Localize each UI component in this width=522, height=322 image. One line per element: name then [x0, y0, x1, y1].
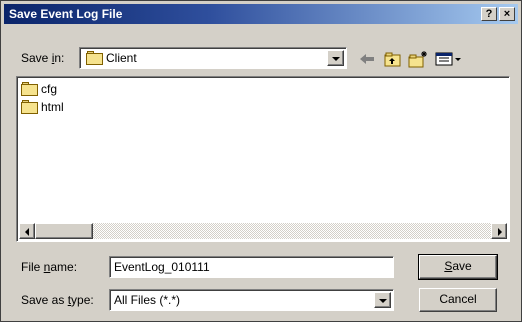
save-in-value: Client	[106, 51, 137, 65]
new-folder-icon[interactable]	[407, 49, 429, 69]
back-arrow-icon[interactable]	[356, 49, 378, 69]
save-in-label: Save in:	[21, 51, 65, 65]
views-menu-icon[interactable]	[433, 49, 463, 69]
cancel-button[interactable]: Cancel	[419, 288, 497, 312]
scroll-left-button[interactable]	[19, 223, 35, 239]
save-as-type-value: All Files (*.*)	[114, 293, 181, 307]
file-name-input[interactable]: EventLog_010111	[109, 256, 394, 278]
close-button[interactable]: ×	[499, 7, 515, 21]
arrow-left-icon	[25, 228, 29, 236]
horizontal-scrollbar[interactable]	[19, 223, 507, 239]
chevron-down-icon	[379, 299, 387, 303]
file-name: cfg	[41, 82, 58, 96]
window-title: Save Event Log File	[9, 7, 123, 21]
chevron-down-icon	[332, 57, 340, 61]
file-name-label: File name:	[21, 260, 78, 274]
file-name-value: EventLog_010111	[114, 260, 210, 274]
save-as-type-dropdown[interactable]: All Files (*.*)	[109, 289, 394, 311]
title-bar[interactable]: Save Event Log File ? ×	[4, 4, 518, 24]
folder-icon	[21, 100, 39, 114]
save-button[interactable]: Save	[418, 254, 498, 280]
help-button[interactable]: ?	[481, 7, 497, 21]
up-folder-icon[interactable]	[382, 49, 404, 69]
save-in-dropdown[interactable]: Client	[79, 47, 347, 69]
file-name: html	[41, 100, 64, 114]
save-as-type-dropdown-arrow[interactable]	[374, 292, 391, 308]
folder-icon	[21, 82, 39, 96]
save-event-log-dialog: Save Event Log File ? × Save in: Client	[0, 0, 522, 322]
scroll-thumb[interactable]	[35, 223, 93, 239]
save-in-dropdown-arrow[interactable]	[327, 50, 344, 66]
arrow-right-icon	[498, 228, 502, 236]
file-list[interactable]: cfg html	[16, 76, 510, 242]
save-as-type-label: Save as type:	[21, 293, 94, 307]
scroll-right-button[interactable]	[491, 223, 507, 239]
open-folder-icon	[86, 51, 104, 65]
